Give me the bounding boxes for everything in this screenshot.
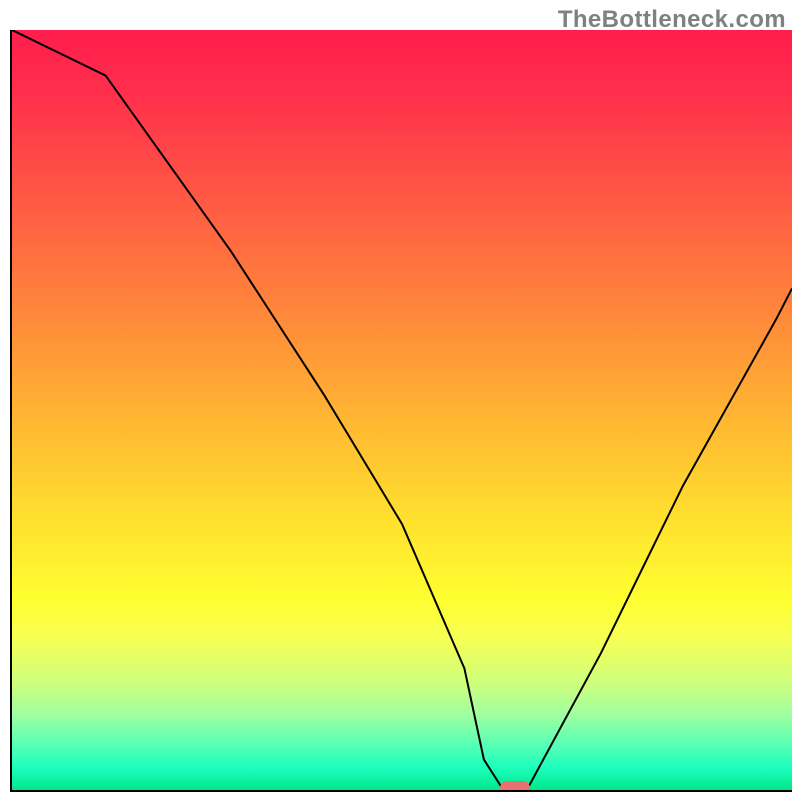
optimal-marker bbox=[500, 781, 530, 792]
plot-area bbox=[10, 30, 792, 792]
curve-svg bbox=[12, 30, 792, 790]
chart-container: TheBottleneck.com bbox=[0, 0, 800, 800]
bottleneck-curve bbox=[12, 30, 792, 790]
